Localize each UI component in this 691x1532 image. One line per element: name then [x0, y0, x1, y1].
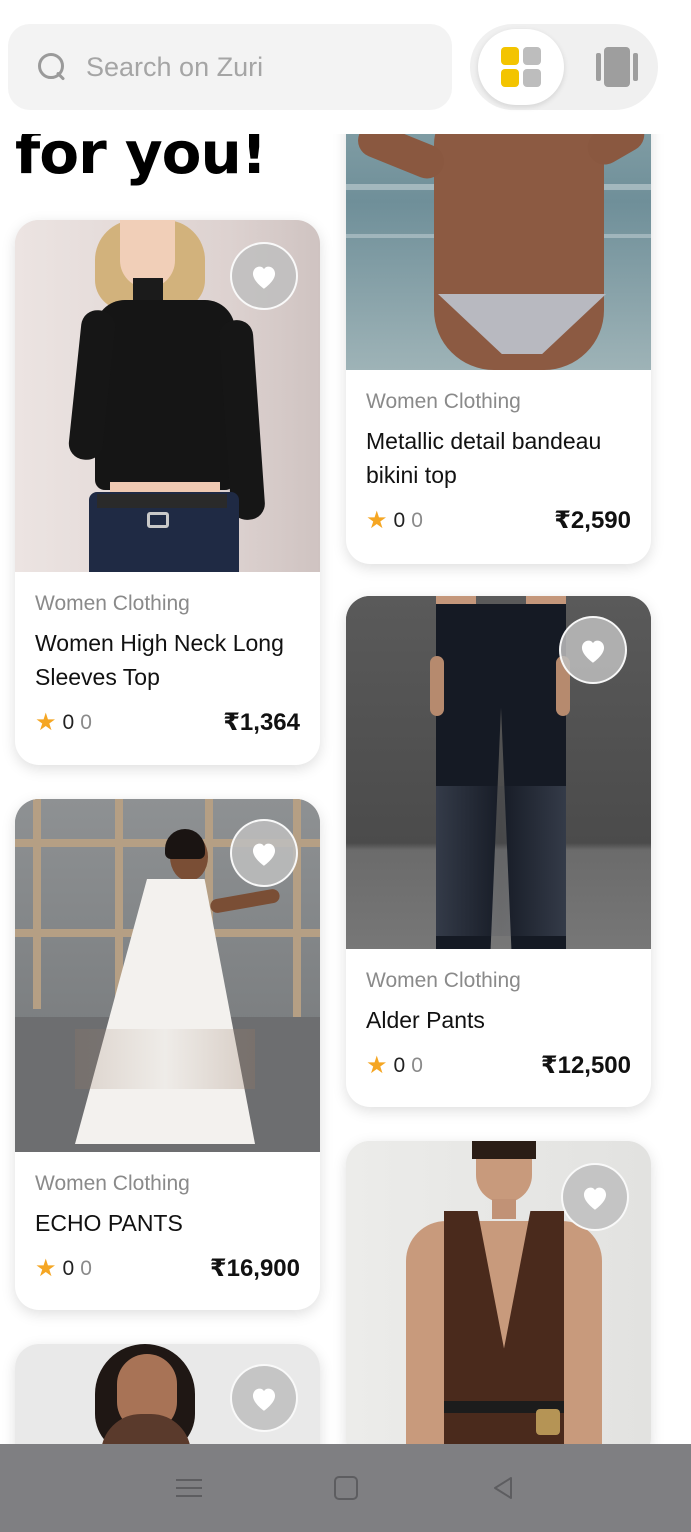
product-category: Women Clothing [366, 390, 521, 413]
favorite-button[interactable] [230, 1364, 298, 1432]
product-image [346, 134, 651, 370]
product-title: ECHO PANTS [35, 1210, 183, 1236]
heart-icon [583, 1187, 607, 1210]
star-icon: ★ [35, 709, 57, 736]
favorite-button[interactable] [230, 819, 298, 887]
product-feed[interactable]: for you! Women Clothing Women High Neck … [0, 134, 691, 1444]
product-title: Metallic detail bandeau bikini top [366, 428, 602, 488]
product-rating: ★ 0 0 [35, 1255, 92, 1282]
product-card[interactable]: Women Clothing ECHO PANTS ★ 0 0 ₹16,900 [15, 799, 320, 1310]
product-image [346, 1141, 651, 1444]
heart-icon [252, 843, 276, 866]
star-icon: ★ [35, 1255, 57, 1282]
system-nav-bar [0, 1444, 691, 1532]
product-rating: ★ 0 0 [366, 507, 423, 534]
product-card[interactable] [15, 1344, 320, 1444]
product-category: Women Clothing [366, 969, 521, 992]
product-card[interactable]: Women Clothing Women High Neck Long Slee… [15, 220, 320, 765]
page-heading: for you! [15, 134, 267, 187]
heart-icon [252, 1388, 276, 1411]
product-title: Women High Neck Long Sleeves Top [35, 630, 284, 690]
search-bar[interactable] [8, 24, 452, 110]
view-toggle [470, 24, 658, 110]
product-price: ₹1,364 [223, 709, 300, 736]
search-input[interactable] [86, 51, 416, 83]
product-title: Alder Pants [366, 1007, 485, 1033]
card-stack-icon [596, 47, 638, 87]
product-image [15, 1344, 320, 1444]
grid-view-button[interactable] [478, 29, 564, 105]
favorite-button[interactable] [230, 242, 298, 310]
product-category: Women Clothing [35, 592, 190, 615]
favorite-button[interactable] [559, 616, 627, 684]
product-card[interactable]: Women Clothing Metallic detail bandeau b… [346, 134, 651, 564]
product-card[interactable] [346, 1141, 651, 1444]
product-category: Women Clothing [35, 1172, 190, 1195]
product-image [346, 596, 651, 949]
favorite-button[interactable] [561, 1163, 629, 1231]
back-button[interactable] [483, 1468, 523, 1508]
heart-icon [581, 640, 605, 663]
home-icon [333, 1476, 358, 1500]
product-price: ₹16,900 [209, 1255, 300, 1282]
card-view-button[interactable] [564, 29, 650, 105]
heart-icon [252, 266, 276, 289]
back-icon [493, 1477, 512, 1499]
product-price: ₹12,500 [540, 1052, 631, 1079]
search-icon [36, 51, 68, 83]
star-icon: ★ [366, 1052, 388, 1079]
product-price: ₹2,590 [554, 507, 631, 534]
product-card[interactable]: Women Clothing Alder Pants ★ 0 0 ₹12,500 [346, 596, 651, 1107]
grid-view-icon [501, 47, 541, 87]
menu-icon[interactable] [169, 1468, 209, 1508]
product-image [15, 220, 320, 572]
product-image [15, 799, 320, 1152]
star-icon: ★ [366, 507, 388, 534]
home-button[interactable] [326, 1468, 366, 1508]
product-rating: ★ 0 0 [366, 1052, 423, 1079]
product-rating: ★ 0 0 [35, 709, 92, 736]
